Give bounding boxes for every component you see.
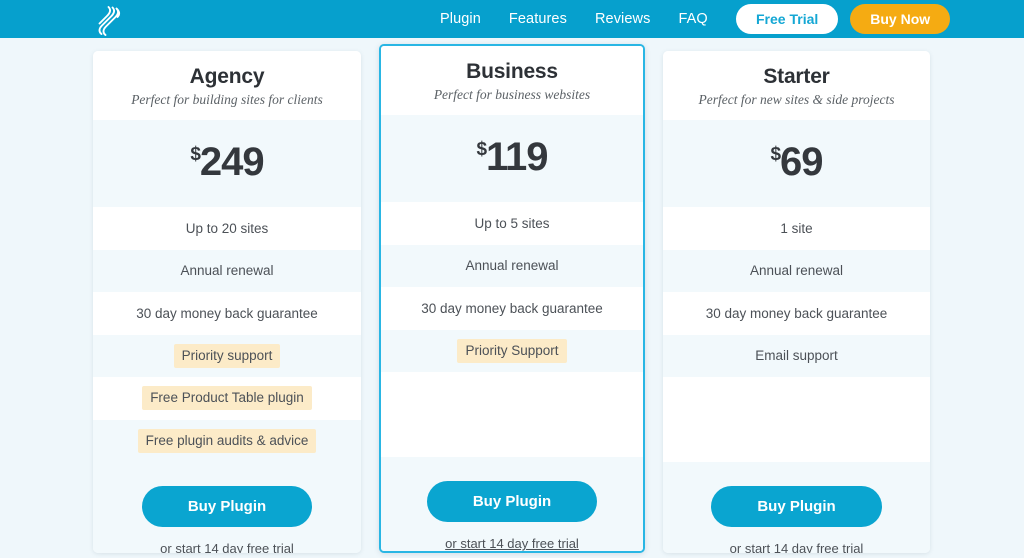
start-free-trial-link[interactable]: or start 14 day free trial bbox=[381, 536, 643, 551]
start-free-trial-link[interactable]: or start 14 day free trial bbox=[663, 541, 930, 553]
feature-row: 1 site bbox=[663, 207, 930, 250]
feature-row: 30 day money back guarantee bbox=[663, 292, 930, 335]
price-currency-symbol: $ bbox=[476, 138, 487, 160]
feature-list: Up to 20 sites Annual renewal 30 day mon… bbox=[93, 207, 361, 462]
plan-tagline: Perfect for business websites bbox=[433, 87, 591, 102]
buy-plugin-button[interactable]: Buy Plugin bbox=[141, 486, 313, 527]
card-header: Business Perfect for business websites bbox=[381, 46, 643, 115]
pricing-card-starter[interactable]: Starter Perfect for new sites & side pro… bbox=[663, 51, 930, 553]
plan-price: $69 bbox=[663, 120, 930, 207]
feature-text: Annual renewal bbox=[465, 258, 559, 274]
pricing-cards-container: Agency Perfect for building sites for cl… bbox=[0, 0, 1024, 558]
feature-row: Email support bbox=[663, 334, 930, 377]
feature-row: Annual renewal bbox=[663, 249, 930, 292]
price-currency-symbol: $ bbox=[190, 143, 201, 165]
card-header: Starter Perfect for new sites & side pro… bbox=[663, 51, 930, 120]
feature-text-highlighted: Priority support bbox=[173, 343, 281, 368]
card-cta: Buy Plugin or start 14 day free trial bbox=[93, 462, 361, 553]
card-header: Agency Perfect for building sites for cl… bbox=[93, 51, 361, 120]
feature-row: 30 day money back guarantee bbox=[381, 287, 643, 330]
feature-row: Up to 5 sites bbox=[381, 202, 643, 245]
plan-tagline: Perfect for building sites for clients bbox=[131, 92, 323, 107]
feature-text: 30 day money back guarantee bbox=[421, 300, 603, 316]
buy-plugin-button[interactable]: Buy Plugin bbox=[426, 481, 598, 522]
price-currency-symbol: $ bbox=[770, 143, 781, 165]
feature-row-empty bbox=[381, 372, 643, 415]
feature-row: 30 day money back guarantee bbox=[93, 292, 361, 335]
feature-row: Annual renewal bbox=[381, 244, 643, 287]
feature-text: 30 day money back guarantee bbox=[705, 305, 888, 321]
plan-price: $249 bbox=[93, 120, 361, 207]
feature-text: Up to 5 sites bbox=[474, 215, 550, 231]
feature-row: Priority support bbox=[93, 334, 361, 377]
start-free-trial-link[interactable]: or start 14 day free trial bbox=[93, 541, 361, 553]
feature-row: Free Product Table plugin bbox=[93, 377, 361, 420]
plan-price: $119 bbox=[381, 115, 643, 202]
feature-row: Annual renewal bbox=[93, 249, 361, 292]
feature-text-highlighted: Free plugin audits & advice bbox=[137, 428, 317, 453]
pricing-card-agency[interactable]: Agency Perfect for building sites for cl… bbox=[93, 51, 361, 553]
feature-row: Free plugin audits & advice bbox=[93, 419, 361, 462]
plan-name: Starter bbox=[763, 65, 830, 88]
feature-text-highlighted: Free Product Table plugin bbox=[142, 386, 312, 411]
plan-name: Business bbox=[466, 60, 558, 83]
pricing-card-business[interactable]: Business Perfect for business websites $… bbox=[379, 44, 645, 553]
feature-row-empty bbox=[663, 419, 930, 462]
price-amount: 249 bbox=[199, 140, 265, 184]
plan-tagline: Perfect for new sites & side projects bbox=[698, 92, 895, 107]
feature-row: Priority Support bbox=[381, 329, 643, 372]
feature-row: Up to 20 sites bbox=[93, 207, 361, 250]
feature-text: Email support bbox=[755, 348, 838, 364]
feature-row-empty bbox=[663, 377, 930, 420]
card-cta: Buy Plugin or start 14 day free trial bbox=[663, 462, 930, 553]
plan-name: Agency bbox=[189, 65, 265, 88]
feature-text: Annual renewal bbox=[749, 263, 844, 279]
feature-row-empty bbox=[381, 414, 643, 457]
feature-text: 30 day money back guarantee bbox=[136, 305, 318, 321]
feature-text: 1 site bbox=[780, 220, 813, 236]
feature-list: 1 site Annual renewal 30 day money back … bbox=[663, 207, 930, 462]
feature-text: Up to 20 sites bbox=[185, 220, 269, 236]
price-amount: 69 bbox=[780, 140, 823, 184]
buy-plugin-button[interactable]: Buy Plugin bbox=[711, 486, 882, 527]
feature-text-highlighted: Priority Support bbox=[457, 338, 567, 363]
price-amount: 119 bbox=[486, 135, 549, 179]
feature-text: Annual renewal bbox=[180, 263, 274, 279]
feature-list: Up to 5 sites Annual renewal 30 day mone… bbox=[381, 202, 643, 457]
card-cta: Buy Plugin or start 14 day free trial bbox=[381, 457, 643, 551]
